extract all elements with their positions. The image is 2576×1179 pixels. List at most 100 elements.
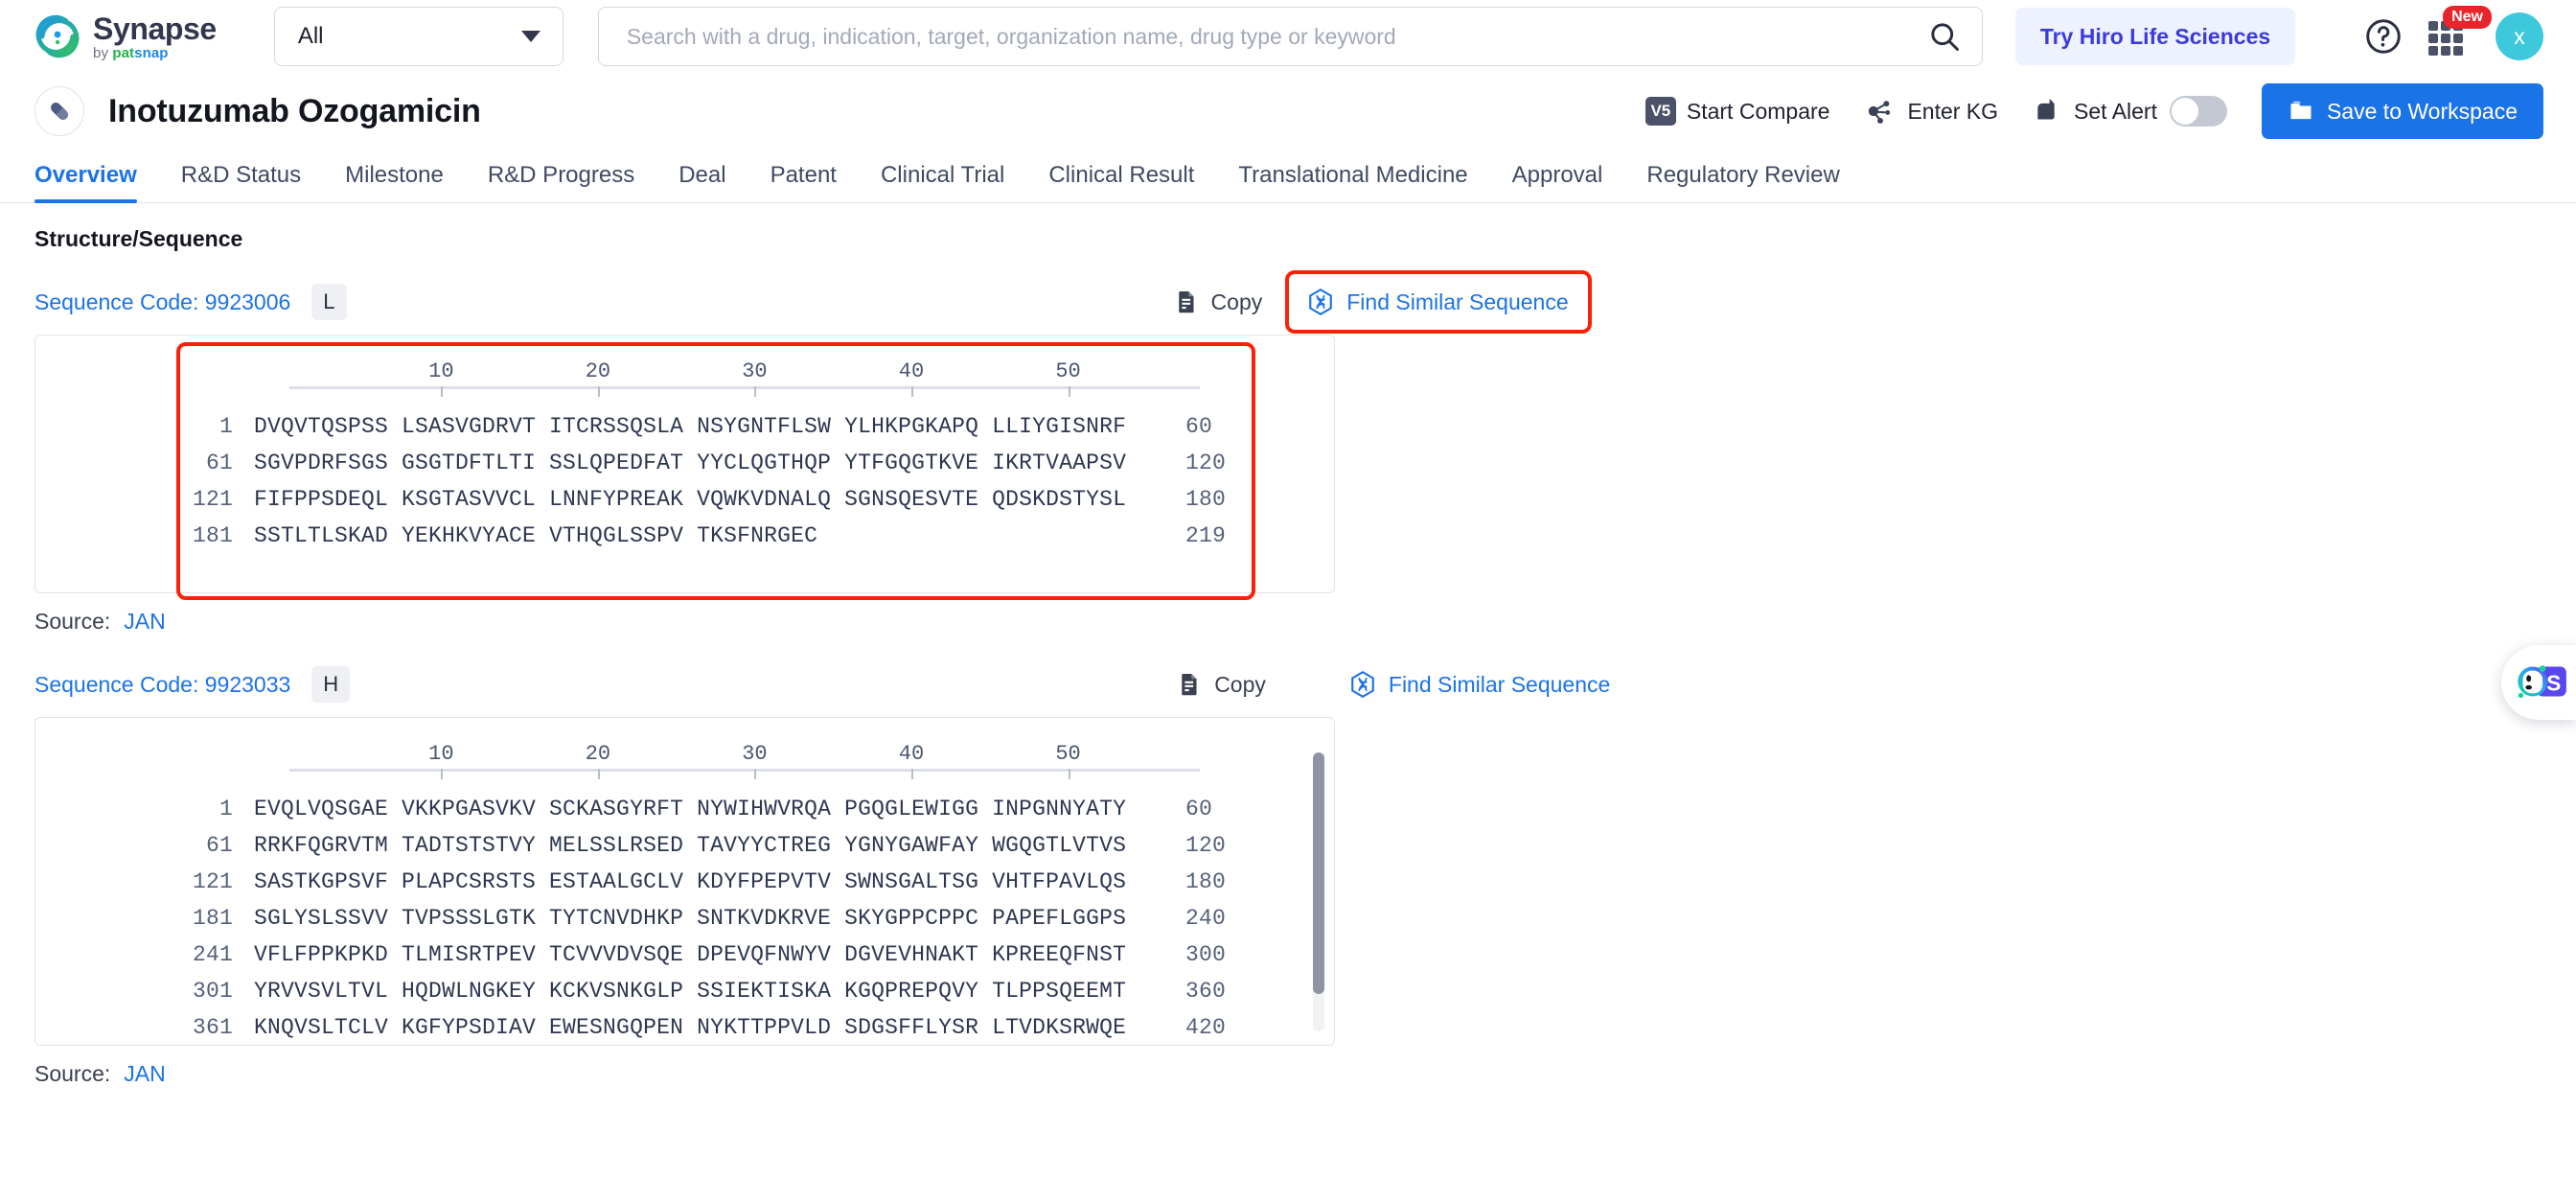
drug-action-group: V5 Start Compare Enter KG Set Alert Save…	[1644, 83, 2543, 139]
sequence-row: 301 YRVVSVLTVL HQDWLNGKEY KCKVSNKGLP SSIE…	[35, 979, 1334, 1015]
ruler-tick-mark	[1068, 386, 1070, 397]
tab-translational-medicine[interactable]: Translational Medicine	[1216, 162, 1489, 202]
sequence-row-end: 219	[1185, 523, 1227, 548]
copy-icon	[1178, 291, 1194, 313]
tab-clinical-result[interactable]: Clinical Result	[1026, 162, 1216, 202]
search-button[interactable]	[1917, 12, 1972, 61]
app-logo[interactable]: Synapse by patsnap	[34, 13, 217, 60]
sequence-scrollbar-track[interactable]	[1313, 752, 1324, 1031]
start-compare-button[interactable]: V5 Start Compare	[1644, 97, 1829, 126]
tab-patent[interactable]: Patent	[748, 162, 859, 202]
tab-r-d-status[interactable]: R&D Status	[159, 162, 323, 202]
save-to-workspace-button[interactable]: Save to Workspace	[2261, 83, 2543, 139]
sequence-code-link[interactable]: Sequence Code: 9923006	[34, 289, 290, 315]
find-similar-sequence-button[interactable]: Find Similar Sequence	[1348, 670, 1610, 699]
section-tabs: Overview R&D Status Milestone R&D Progress D…	[0, 150, 2576, 203]
set-alert-control[interactable]: Set Alert	[2033, 96, 2227, 127]
sequence-panel: 10 20 30 40 50 1 DVQVTQSPSS LSASVGDRVT ITCRSSQ…	[34, 335, 1335, 593]
new-badge: New	[2443, 6, 2492, 30]
ruler-tick-label: 30	[742, 359, 768, 383]
sequence-row-residues: DVQVTQSPSS LSASVGDRVT ITCRSSQSLA NSYGNTF…	[254, 414, 1127, 439]
source-value-link[interactable]: JAN	[124, 1061, 165, 1087]
sequence-scrollbar-thumb[interactable]	[1313, 752, 1324, 994]
global-search-bar[interactable]	[597, 7, 1983, 66]
sequence-code-link[interactable]: Sequence Code: 9923033	[34, 672, 290, 698]
search-input[interactable]	[624, 22, 1917, 51]
copy-icon	[1182, 674, 1197, 696]
section-title: Structure/Sequence	[34, 226, 243, 251]
position-ruler: 10 20 30 40 50	[289, 357, 1200, 399]
sequence-row: 121 FIFPPSDEQL KSGTASVVCL LNNFYPREAK VQWK…	[35, 487, 1334, 523]
tab-r-d-progress[interactable]: R&D Progress	[466, 162, 656, 202]
sequence-row-start: 301	[192, 979, 233, 1004]
ruler-tick-label: 20	[585, 359, 611, 383]
find-similar-sequence-button[interactable]: Find Similar Sequence	[1306, 288, 1569, 316]
copy-label: Copy	[1210, 289, 1263, 314]
tab-regulatory-review[interactable]: Regulatory Review	[1624, 162, 1861, 202]
sequence-row-start: 1	[218, 797, 233, 821]
set-alert-toggle[interactable]	[2169, 96, 2227, 127]
drug-title-bar: Inotuzumab Ozogamicin V5 Start Compare E…	[0, 73, 2576, 150]
ruler-tick-mark	[597, 386, 600, 397]
dna-hexagon-icon	[1309, 289, 1333, 315]
ruler-tick-mark	[911, 386, 913, 397]
ruler-tick-label: 50	[1055, 742, 1081, 766]
apps-grid-button[interactable]: New	[2428, 6, 2492, 58]
search-scope-dropdown[interactable]: All	[273, 7, 564, 66]
chain-type-badge: H	[311, 666, 351, 703]
svg-text:S: S	[2546, 670, 2561, 695]
page-title: Inotuzumab Ozogamicin	[108, 92, 481, 129]
sequence-row: 361 KNQVSLTCLV KGFYPSDIAV EWESNGQPEN NYKT…	[35, 1015, 1334, 1045]
copy-sequence-button[interactable]: Copy	[1174, 670, 1266, 699]
top-header-bar: Synapse by patsnap All Try Hiro Life Sci…	[0, 0, 2576, 73]
try-hiro-button[interactable]: Try Hiro Life Sciences	[2014, 8, 2296, 65]
tab-overview[interactable]: Overview	[34, 162, 159, 203]
set-alert-label: Set Alert	[2074, 98, 2157, 124]
position-ruler: 10 20 30 40 50	[289, 739, 1200, 781]
sequence-row-start: 181	[192, 523, 233, 548]
sequence-tools: Copy Find Similar Sequence	[1174, 657, 1629, 712]
copy-sequence-button[interactable]: Copy	[1171, 288, 1263, 316]
tab-deal[interactable]: Deal	[656, 162, 748, 202]
ruler-tick-mark	[1068, 769, 1070, 779]
sequence-row-start: 181	[192, 906, 233, 931]
sequence-row: 121 SASTKGPSVF PLAPCSRSTS ESTAALGCLV KDYF…	[35, 869, 1334, 906]
source-label: Source:	[34, 609, 111, 634]
source-value-link[interactable]: JAN	[124, 609, 165, 635]
sequence-row: 181 SSTLTLSKAD YEKHKVYACE VTHQGLSSPV TKSF…	[35, 523, 1334, 560]
enter-kg-label: Enter KG	[1907, 98, 1999, 124]
copy-label: Copy	[1214, 671, 1266, 697]
sequence-row: 61 SGVPDRFSGS GSGTDFTLTI SSLQPEDFAT YYCLQ…	[35, 451, 1334, 487]
tab-milestone[interactable]: Milestone	[323, 162, 466, 202]
search-icon	[1931, 23, 1959, 51]
avatar[interactable]: x	[2496, 12, 2543, 60]
ruler-tick-mark	[754, 769, 757, 779]
logo-pat: pat	[112, 44, 135, 61]
sequence-row-start: 121	[192, 487, 233, 512]
sequence-row-start: 1	[218, 414, 233, 439]
sequence-row-residues: KNQVSLTCLV KGFYPSDIAV EWESNGQPEN NYKTTPP…	[254, 1015, 1127, 1040]
logo-by: by	[93, 44, 113, 61]
sequence-row-end: 60	[1185, 797, 1213, 821]
ruler-tick-mark	[754, 386, 757, 397]
find-similar-label: Find Similar Sequence	[1346, 289, 1569, 314]
ai-assistant-launcher[interactable]: S	[2501, 645, 2576, 720]
ai-assistant-icon: S	[2518, 665, 2566, 699]
sequence-row-end: 180	[1185, 487, 1227, 512]
main-content: Structure/Sequence Sequence Code: 992300…	[0, 226, 2576, 1087]
enter-kg-button[interactable]: Enter KG	[1864, 95, 1998, 127]
tab-clinical-trial[interactable]: Clinical Trial	[859, 162, 1026, 202]
v5-badge-icon: V5	[1644, 97, 1676, 126]
help-icon[interactable]	[2363, 16, 2404, 57]
sequence-row-residues: FIFPPSDEQL KSGTASVVCL LNNFYPREAK VQWKVDN…	[254, 487, 1127, 512]
ruler-tick-label: 10	[428, 359, 454, 383]
tab-approval[interactable]: Approval	[1490, 162, 1625, 202]
find-similar-highlight-box: Find Similar Sequence	[1285, 270, 1592, 334]
sequence-row-residues: EVQLVQSGAE VKKPGASVKV SCKASGYRFT NYWIHWV…	[254, 797, 1127, 821]
folder-icon	[2290, 101, 2312, 120]
sequence-list: Sequence Code: 9923006 L Copy Find Similar …	[34, 270, 2542, 1087]
source-label: Source:	[34, 1061, 111, 1086]
ruler-tick-label: 40	[898, 742, 925, 766]
sequence-row-end: 180	[1185, 869, 1227, 894]
bell-alert-icon	[2037, 98, 2055, 120]
